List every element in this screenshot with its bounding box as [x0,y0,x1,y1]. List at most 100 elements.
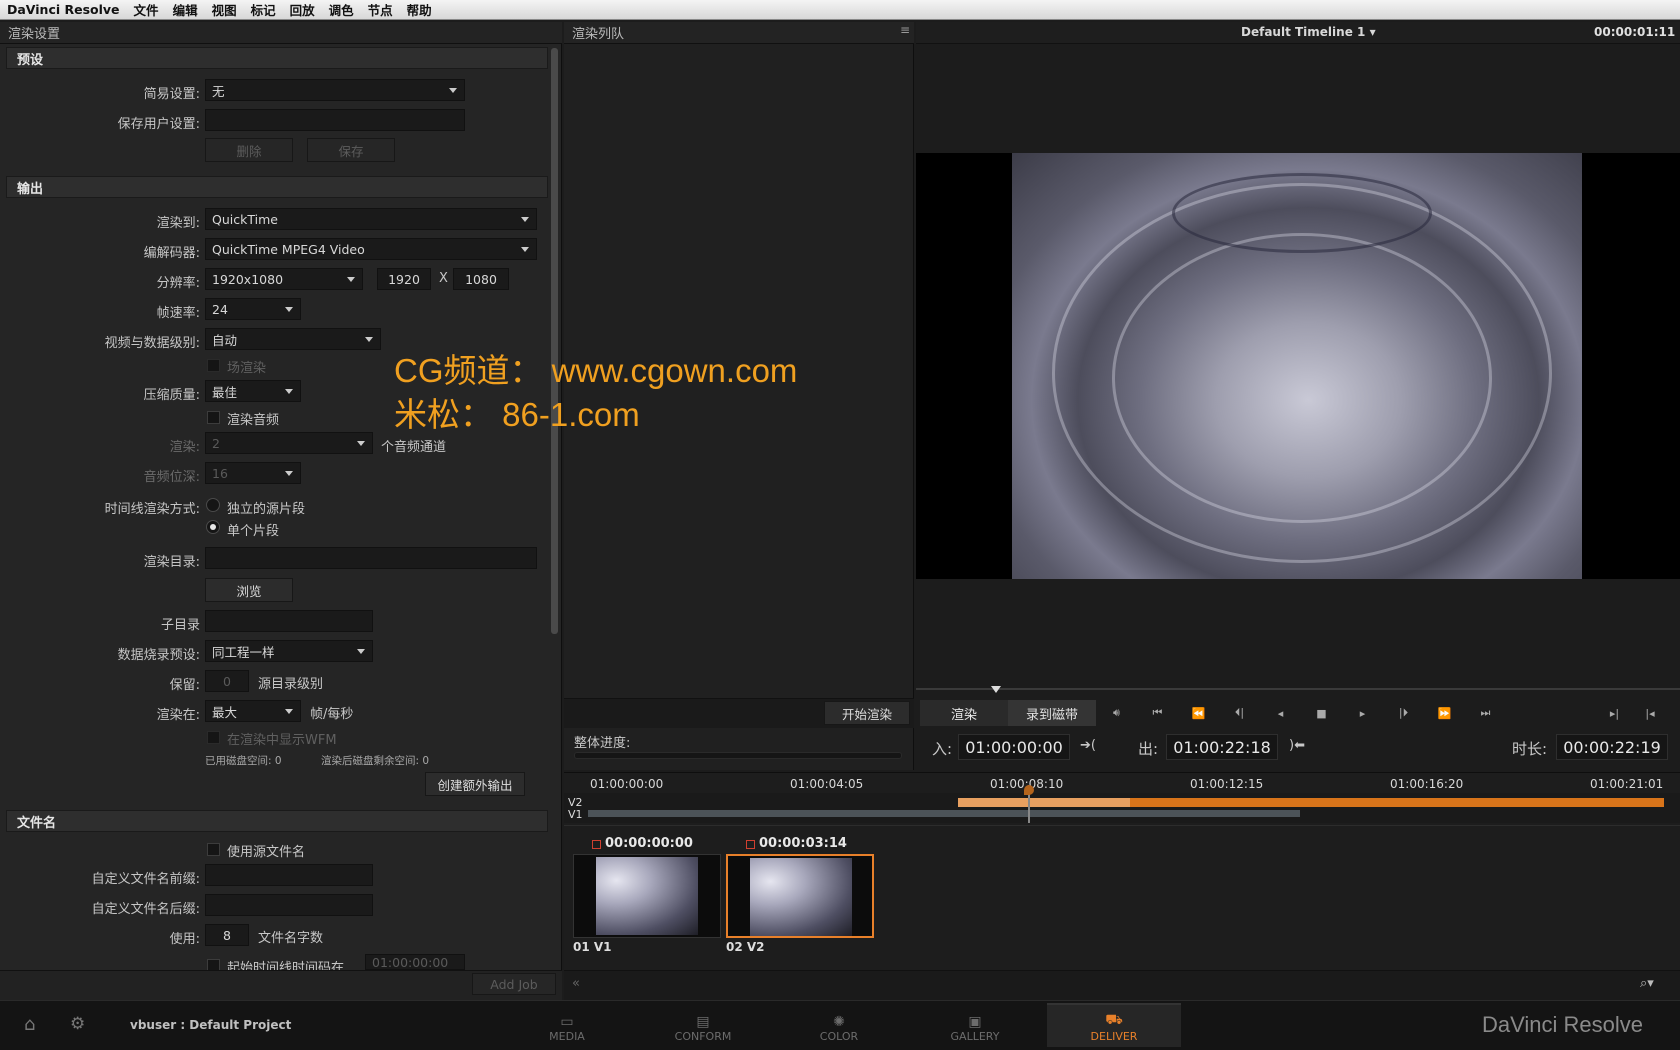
nav-color[interactable]: ✺ COLOR [772,1003,906,1047]
width-input[interactable]: 1920 [377,268,431,290]
burn-dropdown[interactable]: 同工程一样 [205,640,373,662]
search-icon[interactable]: ⌕▾ [1640,976,1654,991]
output-section-header[interactable]: 输出 [6,176,548,198]
go-to-out-icon[interactable]: )⬅ [1289,738,1305,753]
fps-dropdown[interactable]: 24 [205,298,301,320]
home-icon[interactable]: ⌂ [24,1014,35,1035]
start-render-button[interactable]: 开始渲染 [824,701,910,725]
clip-v1-bar[interactable] [588,810,1300,817]
keep-stepper[interactable]: 0 [205,670,249,692]
render-audio-checkbox[interactable] [207,411,220,424]
nav-gallery-label: GALLERY [950,1030,1000,1043]
menu-help[interactable]: 帮助 [400,0,439,19]
play-icon[interactable]: ▸ [1342,707,1383,720]
collapse-icon[interactable]: « [572,976,580,991]
clip-2-label: 02 V2 [726,940,765,954]
resolution-dropdown[interactable]: 1920x1080 [205,268,363,290]
render-at-dropdown[interactable]: 最大 [205,700,301,722]
suffix-input[interactable] [205,894,373,916]
nav-conform-label: CONFORM [674,1030,732,1043]
create-output-button[interactable]: 创建额外输出 [425,772,525,796]
prefix-input[interactable] [205,864,373,886]
mark-in-icon[interactable]: ▸| [1594,707,1635,720]
next-frame-icon[interactable]: |⏵ [1383,706,1424,720]
playhead-handle-icon[interactable] [1024,785,1034,795]
in-timecode[interactable]: 01:00:00:00 [958,734,1070,760]
browse-button[interactable]: 浏览 [205,578,293,602]
mode-individual-radio[interactable] [206,498,220,512]
transport-bar: 渲染 录到磁带 🔊︎ ⏮ ⏪ ⏴| ◂ ■ ▸ |⏵ ⏩ ⏭ ▸| |◂ [916,698,1680,728]
left-scrollbar[interactable] [551,48,558,634]
duration-label: 时长: [1512,740,1548,758]
out-label: 出: [1138,740,1159,758]
rewind-icon[interactable]: ⏪ [1178,707,1219,720]
out-timecode[interactable]: 01:00:22:18 [1166,734,1278,760]
menu-view[interactable]: 视图 [205,0,244,19]
use-source-name-checkbox[interactable] [207,843,220,856]
gear-icon[interactable]: ⚙ [70,1014,85,1034]
use-suffix: 文件名字数 [258,931,324,946]
nav-conform[interactable]: ▤ CONFORM [636,1003,770,1047]
save-user-input[interactable] [205,109,465,131]
menu-mark[interactable]: 标记 [244,0,283,19]
filename-section-header[interactable]: 文件名 [6,810,548,832]
codec-label: 编解码器: [143,246,200,261]
audio-bits-dropdown[interactable]: 16 [205,462,301,484]
prev-frame-icon[interactable]: ⏴| [1219,706,1260,720]
delete-button[interactable]: 删除 [205,138,293,162]
step-back-icon[interactable]: ◂ [1260,707,1301,720]
add-job-button[interactable]: Add Job [472,973,556,995]
start-tc-input[interactable]: 01:00:00:00 [365,954,465,970]
video-level-dropdown[interactable]: 自动 [205,328,381,350]
menu-file[interactable]: 文件 [127,0,166,19]
quality-dropdown[interactable]: 最佳 [205,380,301,402]
clip-2-thumbnail[interactable] [726,854,874,938]
easy-setup-label: 简易设置: [143,87,200,102]
tab-tape[interactable]: 录到磁带 [1008,700,1096,726]
fast-forward-icon[interactable]: ⏩ [1424,707,1465,720]
volume-icon[interactable]: 🔊︎ [1096,706,1137,720]
render-channels-dropdown[interactable]: 2 [205,432,373,454]
go-end-icon[interactable]: ⏭ [1465,706,1506,720]
nav-media[interactable]: ▭ MEDIA [500,1003,634,1047]
timeline-tick: 01:00:16:20 [1390,777,1464,791]
easy-setup-dropdown[interactable]: 无 [205,79,465,101]
mode-single-radio[interactable] [206,520,220,534]
render-to-dropdown[interactable]: QuickTime [205,208,537,230]
render-at-value: 最大 [212,704,238,720]
subdir-input[interactable] [205,610,373,632]
in-label: 入: [932,740,953,758]
use-stepper[interactable]: 8 [205,924,249,946]
tab-render[interactable]: 渲染 [920,700,1008,726]
clip-1-thumbnail[interactable] [573,854,721,938]
render-dir-input[interactable] [205,547,537,569]
scrubber-track[interactable] [916,688,1680,690]
menu-app[interactable]: DaVinci Resolve [0,2,127,17]
viewer-timecode: 00:00:01:11 [1594,25,1676,39]
menu-playback[interactable]: 回放 [283,0,322,19]
menu-edit[interactable]: 编辑 [166,0,205,19]
audio-bits-value: 16 [212,465,228,481]
timeline-selector[interactable]: Default Timeline 1 ▾ [1241,25,1376,39]
save-button[interactable]: 保存 [307,138,395,162]
nav-gallery[interactable]: ▣ GALLERY [908,1003,1042,1047]
quality-value: 最佳 [212,384,238,400]
preset-section-header[interactable]: 预设 [6,47,548,69]
resolution-label: 分辨率: [156,276,200,291]
codec-dropdown[interactable]: QuickTime MPEG4 Video [205,238,537,260]
quality-label: 压缩质量: [143,388,200,403]
stop-icon[interactable]: ■ [1301,707,1342,720]
menu-color[interactable]: 调色 [322,0,361,19]
mark-out-icon[interactable]: |◂ [1635,707,1665,720]
queue-menu-icon[interactable]: ≡ [900,24,910,36]
height-input[interactable]: 1080 [453,268,509,290]
field-render-checkbox[interactable] [207,359,220,372]
timeline-tick: 01:00:00:00 [590,777,664,791]
go-to-in-icon[interactable]: ➔( [1080,738,1096,753]
menu-nodes[interactable]: 节点 [361,0,400,19]
nav-deliver[interactable]: ⛟ DELIVER [1047,1003,1181,1047]
playhead-marker-icon[interactable] [991,686,1001,693]
show-wfm-checkbox[interactable] [207,731,220,744]
clip-1-image [596,857,698,935]
go-start-icon[interactable]: ⏮ [1137,706,1178,720]
